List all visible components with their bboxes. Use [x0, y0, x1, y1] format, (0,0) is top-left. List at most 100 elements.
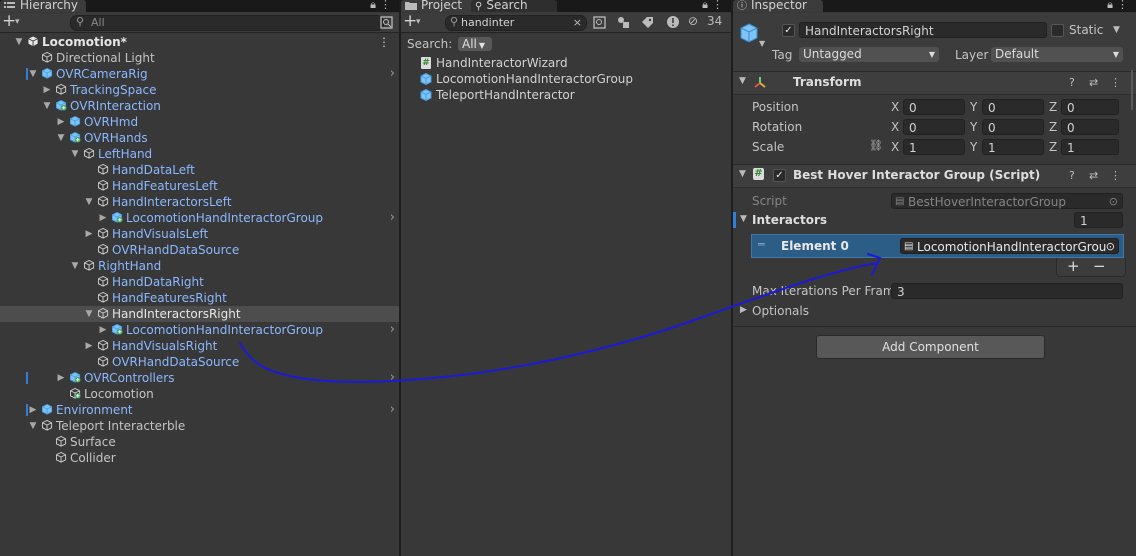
hierarchy-row[interactable]: ▼ OVRHands — [0, 130, 399, 146]
foldout-closed-icon[interactable]: ▶ — [84, 338, 94, 354]
transform-scale-x-field[interactable]: 1 — [903, 139, 965, 155]
object-name-field[interactable]: HandInteractorsRight — [799, 22, 1047, 38]
element-0-field[interactable]: ▤ LocomotionHandInteractorGrou ⊙ — [900, 238, 1119, 254]
object-picker-icon[interactable]: ⊙ — [1109, 194, 1118, 210]
hierarchy-row[interactable]: ▶ LocomotionHandInteractorGroup › — [0, 322, 399, 338]
hierarchy-row[interactable]: ▼ OVRCameraRig › — [0, 66, 399, 82]
lock-icon[interactable]: 🔒︎ — [1107, 0, 1117, 11]
transform-header[interactable]: ▼ Transform ? ⇄ ⋮ — [733, 71, 1136, 95]
splitter-right[interactable] — [731, 0, 733, 556]
foldout-closed-icon[interactable]: ▶ — [28, 402, 38, 418]
hierarchy-row[interactable]: ▼ Teleport Interacterble — [0, 418, 399, 434]
element-0-row[interactable]: ═ Element 0 ▤ LocomotionHandInteractorGr… — [751, 234, 1124, 258]
active-checkbox[interactable]: ✓ — [782, 24, 795, 37]
hierarchy-row[interactable]: ▶ LocomotionHandInteractorGroup › — [0, 210, 399, 226]
transform-scale-z-field[interactable]: 1 — [1061, 139, 1119, 155]
tab-search[interactable]: ⚲ Search — [471, 0, 557, 12]
foldout-closed-icon[interactable]: ▶ — [56, 114, 66, 130]
inspector-scrollbar[interactable] — [1131, 70, 1133, 110]
foldout-open-icon[interactable]: ▼ — [28, 66, 38, 82]
foldout-open-icon[interactable]: ▼ — [70, 146, 80, 162]
foldout-open-icon[interactable]: ▼ — [28, 418, 38, 434]
hierarchy-row[interactable]: ▶ HandVisualsRight — [0, 338, 399, 354]
foldout-open-icon[interactable]: ▼ — [56, 130, 66, 146]
foldout-closed-icon[interactable]: ▶ — [740, 305, 747, 315]
splitter-left[interactable] — [399, 0, 401, 556]
lock-icon[interactable]: 🔒︎ — [702, 0, 712, 11]
drag-handle-icon[interactable]: ═ — [758, 238, 765, 251]
search-result-item[interactable]: LocomotionHandInteractorGroup — [401, 71, 731, 87]
hierarchy-row[interactable]: Locomotion — [0, 386, 399, 402]
open-prefab-arrow-icon[interactable]: › — [390, 370, 395, 386]
hierarchy-search-input[interactable]: ⚲ All — [70, 15, 384, 31]
presets-icon[interactable]: ⇄ — [1089, 76, 1098, 89]
hierarchy-row[interactable]: HandFeaturesLeft — [0, 178, 399, 194]
foldout-open-icon[interactable]: ▼ — [84, 194, 94, 210]
add-element-icon[interactable]: + — [1067, 257, 1080, 275]
more-vert-icon[interactable]: ⋮ — [380, 0, 395, 11]
search-scope-dropdown[interactable]: All ▼ — [458, 37, 492, 51]
hierarchy-row[interactable]: ▼ Locomotion* ⋮ — [0, 34, 399, 50]
transform-position-x-field[interactable]: 0 — [903, 99, 965, 115]
create-dropdown-icon[interactable]: ▾ — [15, 14, 20, 31]
foldout-open-icon[interactable]: ▼ — [739, 76, 746, 86]
project-search-input[interactable]: ⚲ handinter × — [445, 15, 587, 31]
transform-position-z-field[interactable]: 0 — [1061, 99, 1119, 115]
max-iterations-field[interactable]: 3 — [891, 283, 1123, 299]
transform-rotation-y-field[interactable]: 0 — [982, 119, 1044, 135]
hierarchy-row[interactable]: ▼ HandInteractorsLeft — [0, 194, 399, 210]
lock-icon[interactable]: 🔒︎ — [370, 0, 380, 11]
transform-rotation-x-field[interactable]: 0 — [903, 119, 965, 135]
static-dropdown-icon[interactable]: ▼ — [1113, 25, 1120, 35]
foldout-open-icon[interactable]: ▼ — [42, 98, 52, 114]
foldout-closed-icon[interactable]: ▶ — [56, 370, 66, 386]
inspector-tab-menu[interactable]: 🔒︎⋮ — [1107, 0, 1132, 10]
hierarchy-row[interactable]: ▼ RightHand — [0, 258, 399, 274]
hierarchy-row[interactable]: ▼ OVRInteraction — [0, 98, 399, 114]
object-picker-icon[interactable]: ⊙ — [1105, 239, 1115, 253]
hierarchy-row[interactable]: ▼ HandInteractorsRight — [0, 306, 399, 322]
hierarchy-row[interactable]: HandDataLeft — [0, 162, 399, 178]
scene-search-icon[interactable] — [380, 16, 393, 29]
hierarchy-row[interactable]: ▶ HandVisualsLeft — [0, 226, 399, 242]
component-enabled-checkbox[interactable]: ✓ — [773, 169, 786, 182]
hierarchy-row[interactable]: ▶ OVRControllers › — [0, 370, 399, 386]
filter-by-label-icon[interactable] — [641, 16, 654, 29]
hierarchy-row[interactable]: Collider — [0, 450, 399, 466]
create-dropdown-icon[interactable]: ▾ — [416, 14, 421, 31]
hidden-packages-icon[interactable]: ⊘ — [688, 14, 698, 28]
add-component-button[interactable]: Add Component — [816, 335, 1045, 359]
icon-dropdown-icon[interactable]: ▼ — [759, 39, 765, 48]
scene-search-icon[interactable] — [593, 16, 606, 29]
hierarchy-row[interactable]: HandDataRight — [0, 274, 399, 290]
script-field[interactable]: ▤ BestHoverInteractorGroup ⊙ — [891, 193, 1123, 209]
foldout-open-icon[interactable]: ▼ — [70, 258, 80, 274]
hierarchy-row[interactable]: ▶ TrackingSpace — [0, 82, 399, 98]
hierarchy-row[interactable]: HandFeaturesRight — [0, 290, 399, 306]
constrain-proportions-icon[interactable]: ⛓ — [869, 139, 883, 152]
hierarchy-row[interactable]: ▶ Environment › — [0, 402, 399, 418]
foldout-closed-icon[interactable]: ▶ — [42, 82, 52, 98]
transform-rotation-z-field[interactable]: 0 — [1061, 119, 1119, 135]
more-vert-icon[interactable]: ⋮ — [712, 0, 727, 11]
open-prefab-arrow-icon[interactable]: › — [390, 402, 395, 418]
layer-dropdown[interactable]: Default ▼ — [991, 47, 1123, 62]
hierarchy-row[interactable]: Directional Light — [0, 50, 399, 66]
hierarchy-row[interactable]: OVRHandDataSource — [0, 242, 399, 258]
foldout-open-icon[interactable]: ▼ — [739, 169, 746, 179]
hierarchy-row[interactable]: ▶ OVRHmd — [0, 114, 399, 130]
help-icon[interactable]: ? — [1069, 169, 1075, 182]
filter-by-type-icon[interactable] — [617, 16, 630, 29]
hierarchy-row[interactable]: Surface — [0, 434, 399, 450]
tab-inspector[interactable]: ⓘ Inspector — [733, 0, 823, 12]
transform-scale-y-field[interactable]: 1 — [982, 139, 1044, 155]
foldout-closed-icon[interactable]: ▶ — [98, 322, 108, 338]
more-vert-icon[interactable]: ⋮ — [378, 34, 390, 50]
search-result-item[interactable]: TeleportHandInteractor — [401, 87, 731, 103]
remove-element-icon[interactable]: − — [1093, 257, 1106, 275]
open-prefab-arrow-icon[interactable]: › — [390, 66, 395, 82]
hierarchy-tab-menu[interactable]: 🔒︎⋮ — [370, 0, 395, 10]
presets-icon[interactable]: ⇄ — [1089, 169, 1098, 182]
open-prefab-arrow-icon[interactable]: › — [390, 322, 395, 338]
more-vert-icon[interactable]: ⋮ — [1110, 169, 1121, 182]
